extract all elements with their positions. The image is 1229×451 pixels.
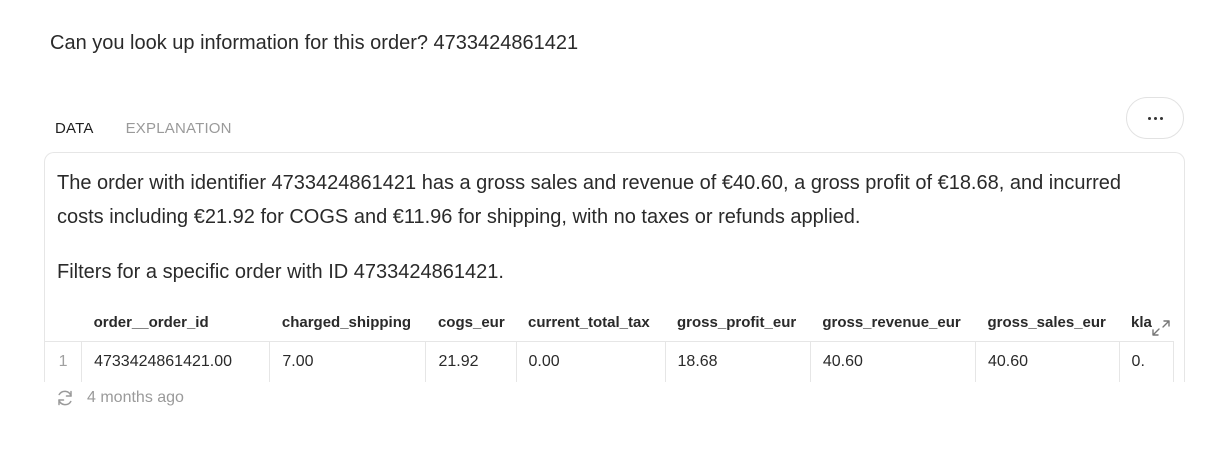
results-table: order__order_id charged_shipping cogs_eu… (45, 303, 1174, 382)
column-header[interactable]: gross_sales_eur (975, 303, 1120, 342)
column-header-rownum (45, 303, 82, 342)
column-header[interactable]: charged_shipping (269, 303, 426, 342)
table-row: 1 4733424861421.00 7.00 21.92 0.00 18.68… (45, 341, 1174, 382)
row-number: 1 (45, 341, 83, 382)
table-cell[interactable]: 21.92 (425, 341, 517, 382)
results-table-container[interactable]: order__order_id charged_shipping cogs_eu… (45, 303, 1174, 382)
column-header[interactable]: order__order_id (81, 303, 270, 342)
result-tabs: DATA EXPLANATION (55, 114, 232, 154)
table-cell[interactable]: 18.68 (665, 341, 811, 382)
result-footer: 4 months ago (55, 388, 184, 408)
filter-description: Filters for a specific order with ID 473… (57, 261, 504, 283)
table-cell[interactable]: 0. (1119, 341, 1174, 382)
user-question: Can you look up information for this ord… (50, 32, 579, 54)
column-header[interactable]: current_total_tax (516, 303, 666, 342)
table-header-row: order__order_id charged_shipping cogs_eu… (45, 303, 1174, 342)
expand-icon[interactable] (1150, 317, 1172, 339)
column-header[interactable]: gross_revenue_eur (810, 303, 976, 342)
tab-data[interactable]: DATA (55, 114, 94, 154)
tab-explanation[interactable]: EXPLANATION (126, 114, 232, 152)
table-cell[interactable]: 4733424861421.00 (81, 341, 271, 382)
table-cell[interactable]: 7.00 (269, 341, 427, 382)
table-cell[interactable]: 40.60 (975, 341, 1120, 382)
refresh-icon[interactable] (55, 388, 75, 408)
ellipsis-icon (1147, 116, 1163, 120)
answer-summary: The order with identifier 4733424861421 … (57, 172, 1122, 228)
table-cell[interactable]: 40.60 (810, 341, 976, 382)
more-options-button[interactable] (1126, 97, 1184, 139)
column-header[interactable]: cogs_eur (425, 303, 516, 342)
last-updated-timestamp: 4 months ago (87, 389, 184, 406)
table-cell[interactable]: 0.00 (516, 341, 666, 382)
result-card: The order with identifier 4733424861421 … (44, 152, 1185, 382)
column-header[interactable]: gross_profit_eur (665, 303, 811, 342)
